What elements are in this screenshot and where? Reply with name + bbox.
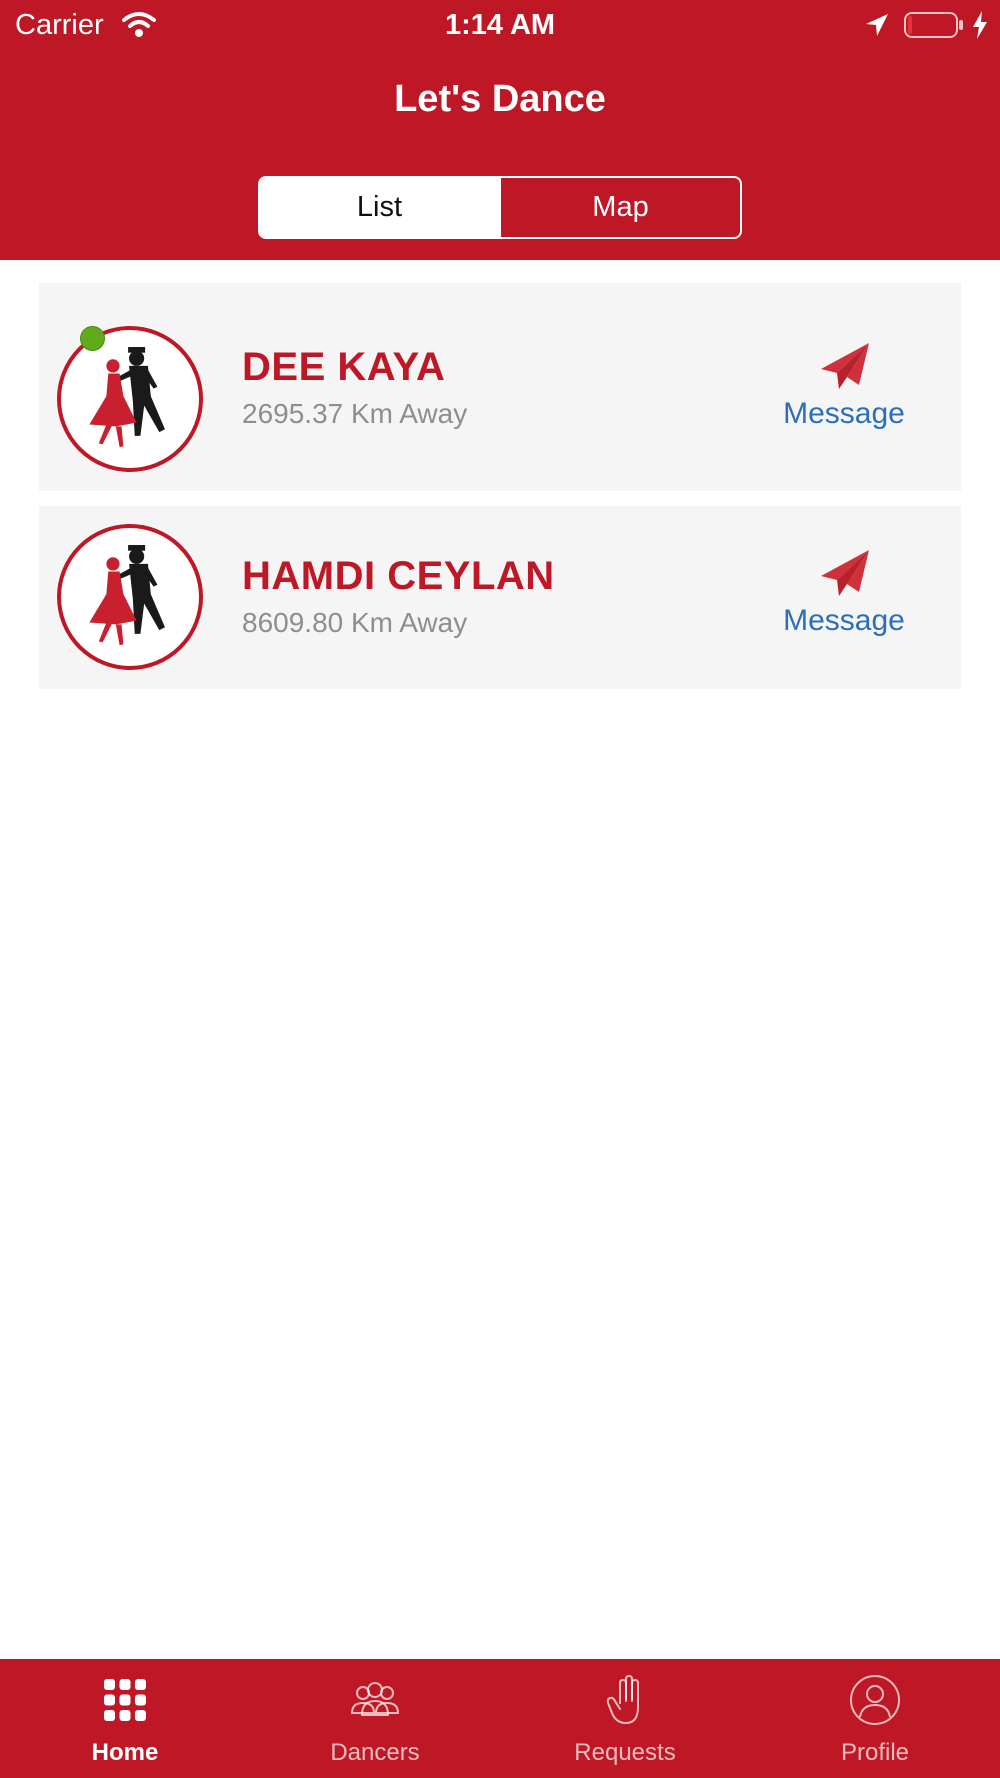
dancer-card[interactable]: DEE KAYA 2695.37 Km Away Message <box>39 283 961 491</box>
message-button[interactable]: Message <box>769 548 919 658</box>
clock: 1:14 AM <box>444 9 556 41</box>
tab-label: Home <box>91 1739 159 1766</box>
tab-requests[interactable]: Requests <box>500 1659 750 1778</box>
tab-home[interactable]: Home <box>0 1659 250 1778</box>
location-arrow-icon <box>866 14 888 36</box>
online-status-dot <box>80 326 105 351</box>
tab-label: Requests <box>574 1739 676 1766</box>
dancer-name: HAMDI CEYLAN <box>242 554 555 598</box>
dancer-distance: 2695.37 Km Away <box>242 398 468 429</box>
paper-plane-icon <box>821 343 869 389</box>
view-segmented-control: List Map <box>258 176 742 239</box>
status-bar: Carrier 1:14 AM <box>0 0 1000 52</box>
segment-map[interactable]: Map <box>499 178 740 237</box>
hand-icon <box>606 1674 639 1725</box>
users-icon <box>350 1682 400 1716</box>
header: Carrier 1:14 AM Let's Dance List Map <box>0 0 1000 260</box>
grid-icon <box>104 1679 146 1721</box>
dancer-card[interactable]: HAMDI CEYLAN 8609.80 Km Away Message <box>39 506 961 689</box>
segment-list[interactable]: List <box>260 178 499 237</box>
tab-profile[interactable]: Profile <box>750 1659 1000 1778</box>
profile-icon <box>850 1675 900 1725</box>
charging-bolt-icon <box>973 11 987 39</box>
page-title: Let's Dance <box>394 78 606 120</box>
dancer-name: DEE KAYA <box>242 345 446 389</box>
tab-label: Dancers <box>330 1739 420 1766</box>
battery-icon <box>904 12 963 38</box>
dancer-distance: 8609.80 Km Away <box>242 607 468 638</box>
message-label: Message <box>783 604 905 637</box>
message-label: Message <box>783 397 905 430</box>
tab-bar: Home Dancers Requests Profile <box>0 1659 1000 1778</box>
tab-dancers[interactable]: Dancers <box>250 1659 500 1778</box>
message-button[interactable]: Message <box>769 341 919 451</box>
dancing-couple-icon <box>89 545 165 646</box>
paper-plane-icon <box>821 550 869 596</box>
avatar <box>57 326 203 472</box>
avatar <box>57 524 203 670</box>
tab-label: Profile <box>840 1739 910 1766</box>
dancing-couple-icon <box>89 347 165 448</box>
dancer-list: DEE KAYA 2695.37 Km Away Message HAMDI C… <box>39 283 961 704</box>
